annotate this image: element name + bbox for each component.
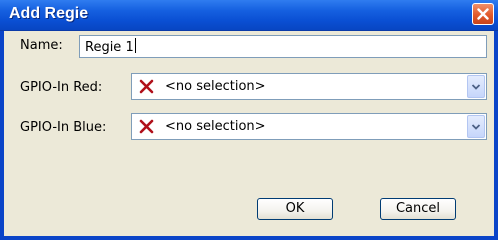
gpio-red-select[interactable]: <no selection>	[131, 73, 487, 100]
ok-button[interactable]: OK	[257, 198, 333, 220]
gpio-red-label: GPIO-In Red:	[20, 80, 103, 95]
gpio-blue-select[interactable]: <no selection>	[131, 113, 487, 140]
gpio-red-dropdown-button[interactable]	[467, 75, 485, 98]
gpio-blue-selected-value: <no selection>	[165, 119, 266, 134]
x-mark-icon	[139, 119, 154, 138]
gpio-blue-dropdown-button[interactable]	[467, 115, 485, 138]
name-field-value: Regie 1	[85, 40, 134, 55]
name-label: Name:	[20, 38, 63, 53]
close-button[interactable]	[472, 3, 494, 25]
close-icon	[477, 8, 489, 20]
add-regie-dialog: Add Regie Name: Regie 1 GPIO-In Red: <no…	[0, 0, 498, 240]
chevron-down-icon	[471, 83, 481, 90]
name-field[interactable]: Regie 1	[79, 35, 487, 58]
gpio-red-selected-value: <no selection>	[165, 79, 266, 94]
cancel-button[interactable]: Cancel	[380, 198, 456, 220]
title-bar[interactable]: Add Regie	[0, 0, 498, 31]
gpio-blue-label: GPIO-In Blue:	[20, 120, 107, 135]
text-caret	[134, 38, 136, 53]
dialog-title: Add Regie	[9, 5, 89, 22]
x-mark-icon	[139, 79, 154, 98]
chevron-down-icon	[471, 123, 481, 130]
